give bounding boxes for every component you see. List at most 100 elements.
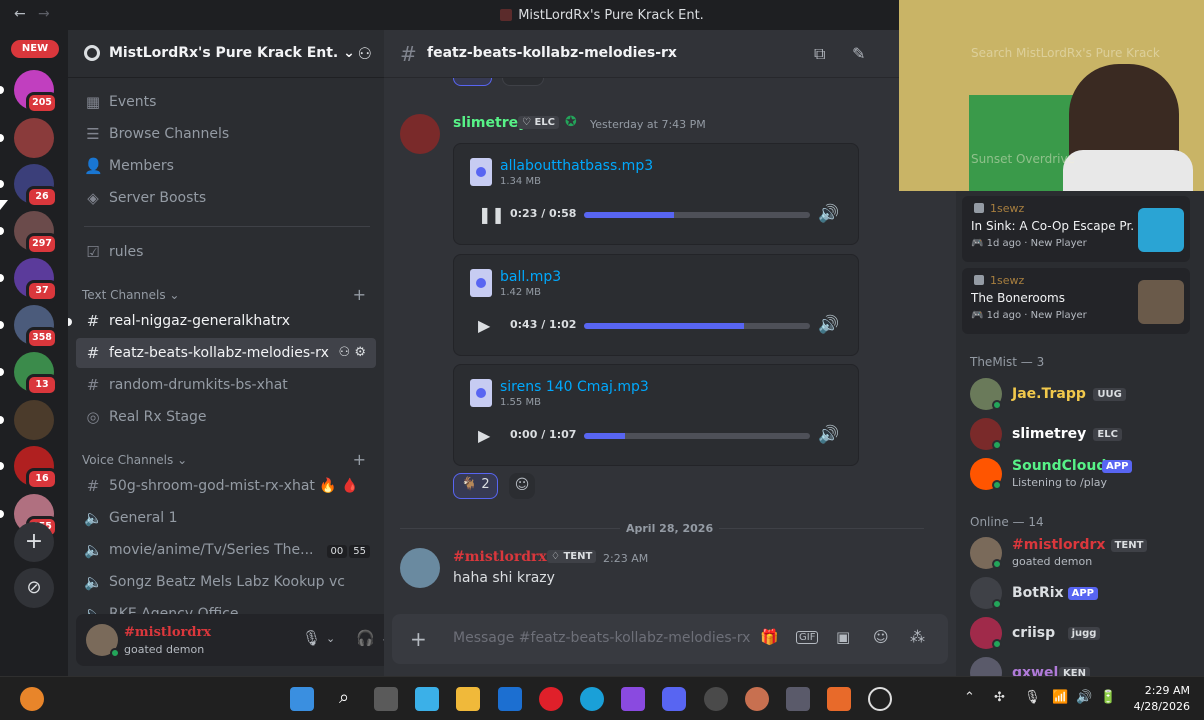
message-input[interactable]: Message #featz-beats-kollabz-melodies-rx <box>453 630 750 646</box>
mute-bell-icon[interactable]: ✎ <box>852 44 865 63</box>
sticker-icon[interactable]: ▣ <box>836 628 850 646</box>
apps-icon[interactable]: ⁂ <box>910 628 925 646</box>
server-icon[interactable]: 358 <box>14 305 58 349</box>
weather-widget-icon[interactable] <box>20 687 44 711</box>
audio-attachment: ball.mp3 1.42 MB ▶ 0:43 / 1:02 🔊 <box>453 254 859 356</box>
play-icon[interactable]: ▶ <box>478 316 490 335</box>
server-icon[interactable]: 13 <box>14 352 58 396</box>
search-icon[interactable]: ⌕ <box>332 687 356 711</box>
volume-icon[interactable]: 🔊 <box>1076 690 1092 705</box>
activity-card[interactable]: 1sewz In Sink: A Co-Op Escape Pr... 🎮 1d a… <box>962 196 1190 262</box>
gif-icon[interactable]: GIF <box>796 631 819 644</box>
threads-icon[interactable]: ⧉ <box>814 44 825 64</box>
camera-icon[interactable] <box>786 687 810 711</box>
invite-people-icon[interactable]: ⚇ <box>358 44 372 63</box>
message-author[interactable]: slimetrey <box>453 115 527 131</box>
tray-mic-icon[interactable]: 🎙 <box>1024 690 1041 705</box>
attachment-filename[interactable]: allaboutthatbass.mp3 <box>500 158 653 174</box>
copilot-icon[interactable] <box>415 687 439 711</box>
voice-category[interactable]: Voice Channels ⌄ <box>82 453 187 467</box>
voice-channel[interactable]: 🔈 movie/anime/Tv/Series The... 00 55 <box>76 535 376 565</box>
message-composer: + Message #featz-beats-kollabz-melodies-… <box>392 614 948 664</box>
member-item[interactable]: criisp jugg <box>964 613 1196 653</box>
server-icon[interactable]: 26 <box>14 164 58 208</box>
unread-pill <box>0 321 4 329</box>
text-channel[interactable]: # featz-beats-kollabz-melodies-rx ⚇ ⚙ <box>76 338 376 368</box>
task-view-icon[interactable] <box>374 687 398 711</box>
text-channel[interactable]: ◎ Real Rx Stage <box>76 402 376 432</box>
member-item[interactable]: slimetrey ELC <box>964 414 1196 454</box>
new-badge[interactable]: NEW <box>11 40 59 58</box>
server-icon[interactable]: 37 <box>14 258 58 302</box>
playback-progress-bar[interactable] <box>584 433 810 439</box>
channel-settings-gear-icon[interactable]: ⚇ ⚙ <box>339 345 366 360</box>
wifi-icon[interactable]: 📶 <box>1052 690 1068 705</box>
reaction-goat[interactable]: 🐐 2 <box>453 473 498 499</box>
message-author[interactable]: #mistlordrx <box>453 549 547 565</box>
edge-icon[interactable] <box>580 687 604 711</box>
upload-plus-icon[interactable]: + <box>410 627 427 651</box>
fl-studio-icon[interactable] <box>827 687 851 711</box>
text-category[interactable]: Text Channels ⌄ <box>82 288 179 302</box>
opera-icon[interactable] <box>539 687 563 711</box>
attachment-filename[interactable]: sirens 140 Cmaj.mp3 <box>500 379 649 395</box>
voice-channel[interactable]: #50g-shroom-god-mist-rx-xhat 🔥 🩸 <box>76 471 376 501</box>
battery-icon[interactable]: 🔋 <box>1100 690 1116 705</box>
channel-rules[interactable]: ☑ rules <box>76 237 376 267</box>
volume-icon[interactable]: 🔊 <box>818 425 839 445</box>
play-icon[interactable]: ▶ <box>478 426 490 445</box>
server-icon[interactable] <box>14 400 54 440</box>
unread-pill <box>0 134 4 142</box>
online-status-icon <box>992 559 1002 569</box>
voice-channel[interactable]: 🔈 Songz Beatz Mels Labz Kookup vc <box>76 567 376 597</box>
discover-compass-icon[interactable]: ⊘ <box>14 568 54 608</box>
server-icon[interactable] <box>14 118 54 158</box>
guild-menu-server-boosts[interactable]: ◈ Server Boosts <box>76 183 376 213</box>
clock[interactable]: 2:29 AM 4/28/2026 <box>1134 683 1190 715</box>
member-item[interactable]: Jae.Trapp UUG <box>964 374 1196 414</box>
create-text-channel-icon[interactable]: + <box>353 285 366 304</box>
playback-progress-bar[interactable] <box>584 212 810 218</box>
text-channel[interactable]: # random-drumkits-bs-xhat <box>76 370 376 400</box>
clipchamp-icon[interactable] <box>621 687 645 711</box>
guild-menu-events[interactable]: ▦ Events <box>76 87 376 117</box>
user-name[interactable]: #mistlordrx <box>124 625 211 640</box>
member-item[interactable]: #mistlordrx TENT goated demon <box>964 533 1196 573</box>
tray-app-icon[interactable]: ✣ <box>994 690 1005 705</box>
playback-progress-bar[interactable] <box>584 323 810 329</box>
volume-icon[interactable]: 🔊 <box>818 204 839 224</box>
outlook-icon[interactable] <box>498 687 522 711</box>
gift-icon[interactable]: 🎁 <box>760 628 779 646</box>
activity-card[interactable]: 1sewz The Bonerooms 🎮 1d ago · New Player <box>962 268 1190 334</box>
app-icon[interactable] <box>704 687 728 711</box>
add-server-icon[interactable]: + <box>14 522 54 562</box>
media-player-icon[interactable] <box>868 687 892 711</box>
mic-options-chevron-icon[interactable]: ⌄ <box>326 632 335 645</box>
game-app-icon[interactable] <box>745 687 769 711</box>
discord-icon[interactable] <box>662 687 686 711</box>
guild-menu-browse-channels[interactable]: ☰ Browse Channels <box>76 119 376 149</box>
message-avatar[interactable] <box>400 548 440 588</box>
tray-chevron-icon[interactable]: ⌃ <box>964 690 975 705</box>
emoji-icon[interactable]: ☺ <box>873 628 889 646</box>
guild-header[interactable]: MistLordRx's Pure Krack Ent. ⌄ ⚇ <box>68 30 384 78</box>
start-windows-icon[interactable] <box>290 687 314 711</box>
volume-icon[interactable]: 🔊 <box>818 315 839 335</box>
server-mention-badge: 26 <box>26 186 58 208</box>
add-reaction-icon[interactable]: ☺ <box>509 473 535 499</box>
microphone-icon[interactable]: 🎙 <box>302 629 321 647</box>
voice-channel[interactable]: 🔈 General 1 <box>76 503 376 533</box>
attachment-filename[interactable]: ball.mp3 <box>500 269 561 285</box>
server-icon[interactable]: 297 <box>14 211 58 255</box>
headphones-icon[interactable]: 🎧 <box>356 629 375 647</box>
guild-menu-members[interactable]: 👤 Members <box>76 151 376 181</box>
pause-icon[interactable]: ❚❚ <box>478 205 505 224</box>
file-explorer-icon[interactable] <box>456 687 480 711</box>
text-channel[interactable]: # real-niggaz-generalkhatrx <box>76 306 376 336</box>
create-voice-channel-icon[interactable]: + <box>353 450 366 469</box>
member-item[interactable]: BotRix APP <box>964 573 1196 613</box>
message-avatar[interactable] <box>400 114 440 154</box>
server-icon[interactable]: 16 <box>14 446 58 490</box>
member-item[interactable]: SoundCloud APP Listening to /play <box>964 454 1196 494</box>
server-icon[interactable]: 205 <box>14 70 58 114</box>
